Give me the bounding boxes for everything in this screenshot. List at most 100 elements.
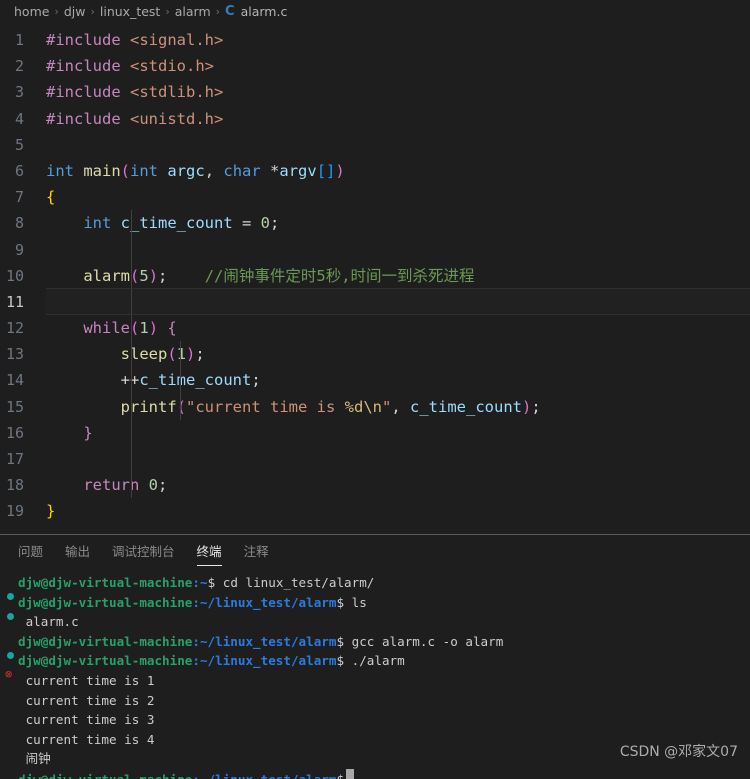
code-line[interactable]: 6 int main(int argc, char *argv[]) [0,158,750,184]
line-content[interactable] [46,287,750,316]
line-content[interactable]: alarm(5); //闹钟事件定时5秒,时间一到杀死进程 [46,262,750,289]
code-line[interactable]: 14 ++c_time_count; [0,367,750,394]
code-line[interactable]: 16 } [0,419,750,446]
prompt-user-host: djw@djw-virtual-machine [18,594,193,610]
prompt-dollar: $ [336,594,345,610]
prompt-user-host: djw@djw-virtual-machine [18,653,193,669]
indent-guide [180,393,181,420]
code-line[interactable]: 18 return 0; [0,472,750,499]
terminal-cursor[interactable] [346,768,355,779]
code-line[interactable]: 5 [0,132,750,158]
breadcrumb-separator-icon: › [215,4,221,18]
indent-guide [180,341,181,368]
breadcrumb-item-linux-test[interactable]: linux_test [100,4,160,19]
breadcrumb[interactable]: home › djw › linux_test › alarm › C alar… [0,0,750,22]
tab-terminal[interactable]: 终端 [196,535,222,569]
code-line[interactable]: 17 [0,446,750,473]
line-content[interactable]: int c_time_count = 0; [46,210,750,237]
line-number: 4 [14,109,24,128]
indent-guide [131,341,132,368]
line-content[interactable]: #include <stdio.h> [46,53,750,79]
terminal-prompt-line-current[interactable]: djw@djw-virtual-machine:~/linux_test/ala… [0,768,750,779]
line-content[interactable]: { [46,184,750,210]
breadcrumb-separator-icon: › [54,4,59,18]
code-line[interactable]: 9 [0,236,750,263]
line-number: 1 [14,31,24,49]
code-line[interactable]: 15 printf("current time is %d\n", c_time… [0,393,750,420]
line-content[interactable] [46,236,750,263]
tab-output[interactable]: 输出 [65,535,90,569]
token-semicolon: ; [158,476,168,495]
code-line[interactable]: 8 int c_time_count = 0; [0,210,750,237]
terminal-prompt-line: djw@djw-virtual-machine:~/linux_test/ala… [0,593,750,620]
token-while: while [83,319,130,338]
token-brace-close: } [83,423,93,442]
token-escape: \n [363,397,382,416]
token-format-specifier: %d [344,397,364,416]
line-content[interactable]: #include <signal.h> [46,27,750,53]
code-line[interactable]: 12 while(1) { [0,315,750,342]
code-editor[interactable]: 1 #include <signal.h> 2 #include <stdio.… [0,22,750,534]
code-line-active[interactable]: 11 [0,287,750,316]
line-content[interactable]: int main(int argc, char *argv[]) [46,158,750,184]
token-include: #include [46,83,121,102]
tab-comments[interactable]: 注释 [244,535,269,569]
token-string: "current time is [186,397,345,416]
line-content[interactable] [46,446,750,473]
prompt-dollar: $ [207,575,216,590]
line-number: 2 [14,57,24,76]
line-content[interactable]: while(1) { [46,315,750,342]
indent-guide [131,210,132,237]
panel-tab-bar: 问题 输出 调试控制台 终端 注释 [0,535,750,569]
code-line[interactable]: 4 #include <unistd.h> [0,106,750,132]
tab-problems[interactable]: 问题 [18,535,43,569]
token-semicolon: ; [158,266,205,285]
token-paren: ) [148,319,159,338]
breadcrumb-file-name[interactable]: alarm.c [241,4,288,19]
code-line[interactable]: 10 alarm(5); //闹钟事件定时5秒,时间一到杀死进程 [0,262,750,289]
line-content[interactable]: #include <stdlib.h> [46,79,750,105]
line-number: 15 [5,397,24,416]
line-content[interactable]: } [46,498,750,524]
line-content[interactable]: ++c_time_count; [46,367,750,394]
code-line[interactable]: 7 { [0,184,750,210]
breadcrumb-item-home[interactable]: home [14,4,49,19]
line-content[interactable]: } [46,419,750,446]
code-line[interactable]: 1 #include <signal.h> [0,27,750,53]
token-semicolon: ; [195,345,205,364]
indent-guide [131,236,132,263]
line-number: 6 [14,161,24,180]
indent-guide [131,315,132,342]
token-main: main [83,161,121,180]
code-line[interactable]: 2 #include <stdio.h> [0,53,750,79]
breadcrumb-item-djw[interactable]: djw [64,4,86,19]
token-argc: argc [167,161,205,180]
line-number: 7 [14,188,24,207]
indent-guide [131,472,132,499]
breadcrumb-item-alarm[interactable]: alarm [175,4,211,19]
prompt-path: :~ [192,575,208,590]
indent-guide [131,288,132,315]
line-content[interactable] [46,132,750,158]
prompt-dollar: $ [336,770,344,779]
token-number: 0 [260,214,270,233]
token-int: int [130,161,159,180]
code-line[interactable]: 3 #include <stdlib.h> [0,79,750,105]
line-content[interactable]: sleep(1); [46,341,750,368]
tab-debug-console[interactable]: 调试控制台 [112,535,175,569]
token-number: 0 [148,476,159,495]
line-content[interactable]: return 0; [46,472,750,499]
token-header: <stdlib.h> [130,83,224,102]
terminal-output[interactable]: djw@djw-virtual-machine:~ $ cd linux_test… [0,569,750,779]
line-number: 14 [5,371,24,390]
line-content[interactable]: printf("current time is %d\n", c_time_co… [46,393,750,420]
code-line[interactable]: 19 } [0,498,750,524]
code-line[interactable]: 13 sleep(1); [0,341,750,368]
line-content[interactable]: #include <unistd.h> [46,106,750,132]
token-paren: ( [120,161,131,180]
